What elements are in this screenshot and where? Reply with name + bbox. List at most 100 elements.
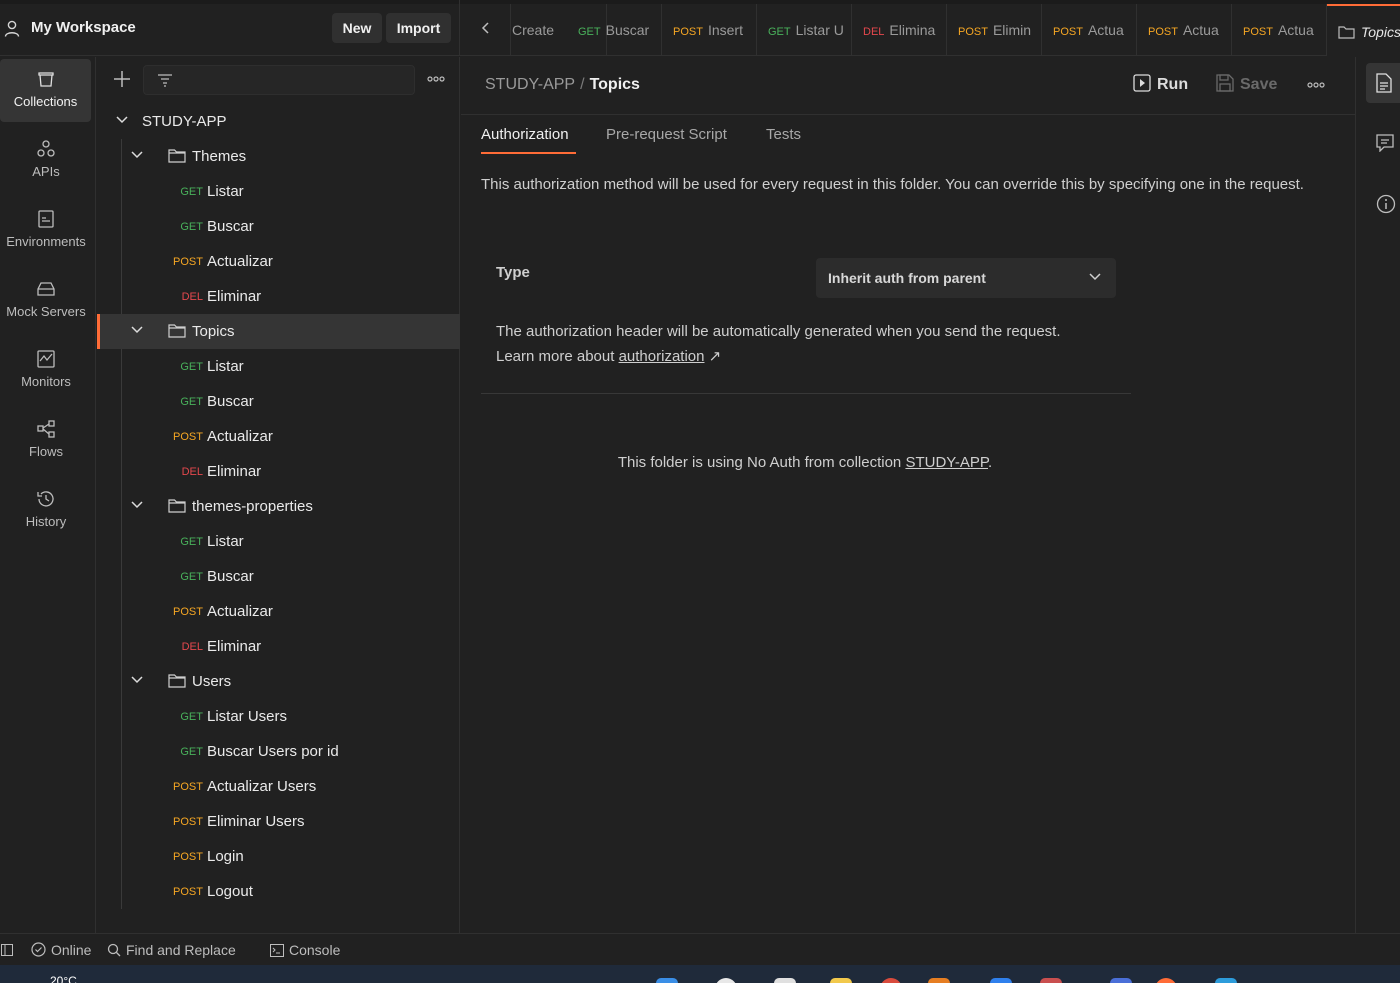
import-button[interactable]: Import	[386, 13, 451, 43]
sidebar-toggle-icon[interactable]	[1, 944, 13, 956]
request-row[interactable]: POST Logout	[97, 874, 460, 909]
request-name: Actualizar	[207, 603, 273, 620]
request-tab[interactable]: POST Actua	[1232, 4, 1327, 56]
request-name: Actualizar Users	[207, 778, 317, 795]
rail-item-flows[interactable]: Flows	[0, 409, 92, 472]
tab-pre-request-script[interactable]: Pre-request Script	[606, 126, 727, 143]
task-view-icon[interactable]	[774, 978, 796, 983]
request-tab-active[interactable]: Topics	[1327, 4, 1400, 56]
documentation-button[interactable]	[1366, 63, 1400, 103]
collection-row[interactable]: STUDY-APP	[97, 104, 460, 139]
request-row[interactable]: GET Listar Users	[97, 699, 460, 734]
rail-item-monitors[interactable]: Monitors	[0, 339, 92, 402]
request-method: GET	[180, 396, 203, 408]
request-row[interactable]: DEL Eliminar	[97, 629, 460, 664]
tab-title: Actua	[1277, 22, 1314, 38]
weather-temperature[interactable]: 20°C	[50, 974, 77, 983]
comments-button[interactable]	[1366, 124, 1400, 164]
tab-authorization[interactable]: Authorization	[481, 126, 569, 143]
request-row[interactable]: DEL Eliminar	[97, 279, 460, 314]
authorization-link[interactable]: authorization	[619, 348, 705, 365]
rail-item-environments[interactable]: Environments	[0, 199, 92, 262]
request-row[interactable]: GET Listar	[97, 174, 460, 209]
more-options-icon[interactable]	[427, 76, 445, 82]
request-tab[interactable]: POST Insert	[662, 4, 757, 56]
app-icon[interactable]	[990, 978, 1012, 983]
folder-row[interactable]: Users	[97, 664, 460, 699]
collection-link[interactable]: STUDY-APP	[905, 454, 988, 471]
browser-icon[interactable]	[880, 978, 902, 983]
auth-type-select[interactable]: Inherit auth from parent	[816, 258, 1116, 298]
folder-row-selected[interactable]: Topics	[97, 314, 460, 349]
request-row[interactable]: GET Listar	[97, 524, 460, 559]
rail-item-history[interactable]: History	[0, 479, 92, 542]
rail-item-mock-servers[interactable]: Mock Servers	[0, 269, 92, 332]
request-row[interactable]: GET Buscar Users por id	[97, 734, 460, 769]
folder-row[interactable]: Themes	[97, 139, 460, 174]
request-row[interactable]: POST Actualizar	[97, 419, 460, 454]
tab-tests[interactable]: Tests	[766, 126, 801, 143]
tab-title: Buscar	[605, 22, 650, 38]
postman-icon[interactable]	[1155, 978, 1177, 983]
find-replace-button[interactable]: Find and Replace	[107, 942, 236, 958]
tab-method: DEL	[863, 26, 885, 38]
request-row[interactable]: POST Actualizar Users	[97, 769, 460, 804]
filter-input[interactable]	[143, 65, 415, 95]
request-row[interactable]: DEL Eliminar	[97, 454, 460, 489]
breadcrumb-collection[interactable]: STUDY-APP	[485, 76, 575, 93]
auth-description: This authorization method will be used f…	[481, 176, 1304, 193]
request-row[interactable]: GET Buscar	[97, 559, 460, 594]
request-row[interactable]: POST Eliminar Users	[97, 804, 460, 839]
workspace-title[interactable]: My Workspace	[31, 19, 136, 36]
rail-item-apis[interactable]: APIs	[0, 129, 92, 192]
tab-method: POST	[1243, 26, 1273, 38]
info-button[interactable]	[1366, 184, 1400, 224]
start-icon[interactable]	[656, 978, 678, 983]
console-icon	[270, 944, 284, 957]
request-row[interactable]: GET Listar	[97, 349, 460, 384]
request-method: GET	[180, 361, 203, 373]
request-method: GET	[180, 221, 203, 233]
request-tab[interactable]: POST Elimin	[947, 4, 1042, 56]
no-auth-text: This folder is using No Auth from collec…	[617, 454, 906, 471]
vscode-icon[interactable]	[1215, 978, 1237, 983]
request-tab[interactable]: GET Listar U	[757, 4, 852, 56]
request-name: Listar Users	[207, 708, 288, 725]
request-row[interactable]: POST Actualizar	[97, 594, 460, 629]
add-collection-icon[interactable]	[113, 70, 131, 88]
folder-row[interactable]: themes-properties	[97, 489, 460, 524]
app-icon[interactable]	[1040, 978, 1062, 983]
rail-item-collections[interactable]: Collections	[0, 59, 91, 122]
history-icon	[37, 491, 54, 507]
online-status[interactable]: Online	[31, 942, 91, 958]
request-row[interactable]: POST Login	[97, 839, 460, 874]
search-icon[interactable]	[715, 978, 737, 983]
chevron-down-icon	[131, 151, 143, 159]
request-tab[interactable]: DEL Elimina	[852, 4, 947, 56]
request-tab[interactable]: GET Buscar	[567, 4, 662, 56]
request-row[interactable]: POST Actualizar	[97, 244, 460, 279]
no-auth-end: .	[988, 454, 993, 471]
request-method: GET	[180, 711, 203, 723]
tab-title: Actua	[1182, 22, 1219, 38]
request-method: POST	[173, 816, 203, 828]
request-name: Login	[207, 848, 244, 865]
tabs-scroll-left-button[interactable]	[461, 4, 511, 56]
explorer-icon[interactable]	[830, 978, 852, 983]
save-button[interactable]: Save	[1216, 74, 1277, 94]
new-button[interactable]: New	[332, 13, 382, 43]
request-row[interactable]: GET Buscar	[97, 384, 460, 419]
more-options-icon[interactable]	[1307, 82, 1325, 88]
console-button[interactable]: Console	[270, 942, 340, 958]
chevron-down-icon	[116, 116, 128, 124]
request-tab[interactable]: POST Actua	[1137, 4, 1232, 56]
active-tab-indicator	[481, 152, 576, 154]
request-name: Buscar	[207, 218, 254, 235]
app-icon[interactable]	[928, 978, 950, 983]
app-icon[interactable]	[1110, 978, 1132, 983]
request-tab[interactable]: POST Actua	[1042, 4, 1137, 56]
breadcrumb-current[interactable]: Topics	[590, 76, 640, 93]
request-row[interactable]: GET Buscar	[97, 209, 460, 244]
run-button[interactable]: Run	[1133, 74, 1188, 94]
apis-icon	[37, 140, 55, 157]
